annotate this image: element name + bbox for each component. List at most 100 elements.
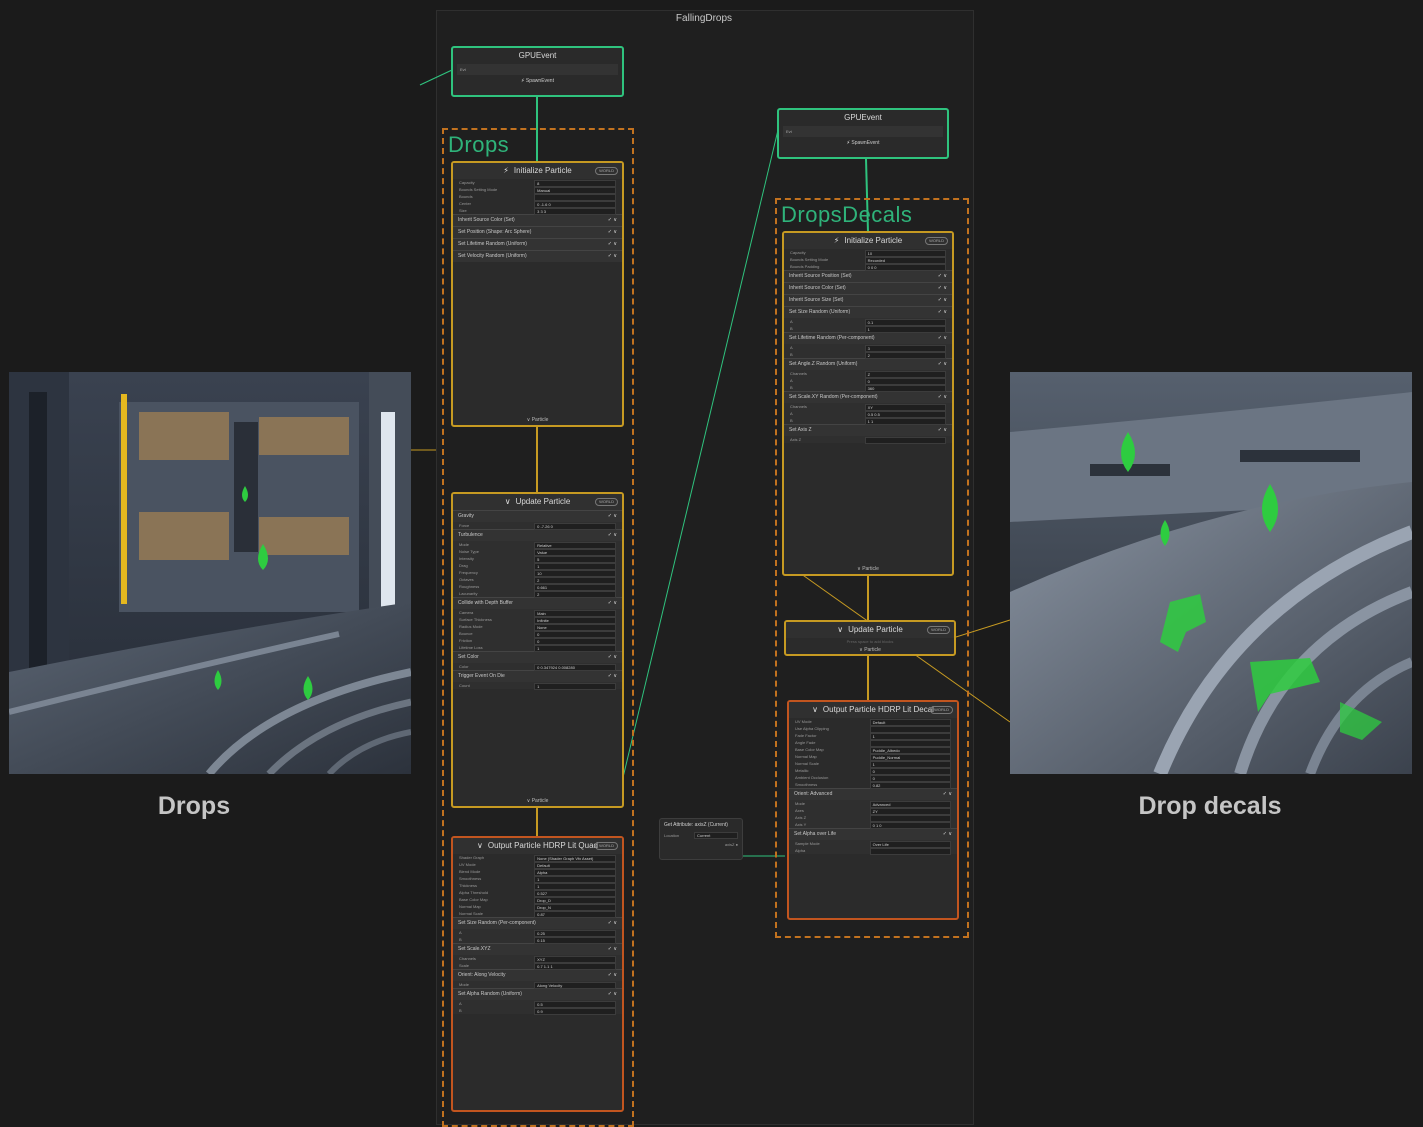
block[interactable]: Orient: Along Velocity ✓ ∨ Mode Along Veloc… bbox=[453, 969, 622, 989]
block-toggle-icon[interactable]: ✓ ∨ bbox=[608, 970, 617, 981]
setting-value-field[interactable] bbox=[864, 437, 946, 444]
block-toggle-icon[interactable]: ✓ ∨ bbox=[938, 359, 947, 370]
block-toggle-icon[interactable]: ✓ ∨ bbox=[608, 989, 617, 1000]
block-title[interactable]: Set Angle.Z Random (Uniform) ✓ ∨ bbox=[784, 359, 952, 370]
space-badge[interactable]: WORLD bbox=[930, 706, 953, 714]
block-title[interactable]: Set Velocity Random (Uniform) ✓ ∨ bbox=[453, 251, 622, 262]
context-header[interactable]: ⚡ Initialize Particle WORLD bbox=[453, 163, 622, 179]
block[interactable]: Set Scale.XYZ ✓ ∨ Channels XYZ Scale 0.7 1.1 … bbox=[453, 943, 622, 970]
output-port[interactable]: axisZ ● bbox=[660, 840, 742, 849]
location-dropdown[interactable]: Current bbox=[694, 832, 738, 839]
block-toggle-icon[interactable]: ✓ ∨ bbox=[938, 333, 947, 344]
space-badge[interactable]: WORLD bbox=[595, 498, 618, 506]
setting-value-field[interactable]: 2 bbox=[864, 352, 946, 359]
update-particle-context-drops[interactable]: ∨ Update Particle WORLD Gravity ✓ ∨ Force 0 -… bbox=[451, 492, 624, 808]
block[interactable]: Turbulence ✓ ∨ Mode Relative Noise Type Value… bbox=[453, 529, 622, 598]
block[interactable]: Collide with Depth Buffer ✓ ∨ Camera Main Su… bbox=[453, 597, 622, 652]
block-toggle-icon[interactable]: ✓ ∨ bbox=[938, 307, 947, 318]
block-toggle-icon[interactable]: ✓ ∨ bbox=[608, 671, 617, 682]
block-toggle-icon[interactable]: ✓ ∨ bbox=[608, 251, 617, 262]
block-title[interactable]: Orient: Along Velocity ✓ ∨ bbox=[453, 970, 622, 981]
initialize-particle-context-drops[interactable]: ⚡ Initialize Particle WORLD Capacity 8 Bound… bbox=[451, 161, 624, 427]
setting-value-field[interactable]: 0.15 bbox=[534, 937, 616, 944]
block[interactable]: Set Scale.XY Random (Per-component) ✓ ∨ Ch… bbox=[784, 391, 952, 425]
block-title[interactable]: Trigger Event On Die ✓ ∨ bbox=[453, 671, 622, 682]
setting-value-field[interactable]: 0 0 0 bbox=[864, 264, 946, 271]
block-toggle-icon[interactable]: ✓ ∨ bbox=[938, 425, 947, 436]
block-toggle-icon[interactable]: ✓ ∨ bbox=[608, 239, 617, 250]
block[interactable]: Gravity ✓ ∨ Force 0 -7.26 0 bbox=[453, 510, 622, 530]
space-badge[interactable]: WORLD bbox=[927, 626, 950, 634]
setting-value-field[interactable]: 1 bbox=[864, 326, 946, 333]
setting-value-field[interactable] bbox=[869, 848, 951, 855]
block-title[interactable]: Set Alpha over Life ✓ ∨ bbox=[789, 829, 957, 840]
block-title[interactable]: Inherit Source Size (Set) ✓ ∨ bbox=[784, 295, 952, 306]
context-header[interactable]: ∨ Output Particle HDRP Lit Quad WORLD bbox=[453, 838, 622, 854]
context-header[interactable]: ⚡ Initialize Particle WORLD bbox=[784, 233, 952, 249]
block[interactable]: Inherit Source Position (Set) ✓ ∨ bbox=[784, 270, 952, 282]
space-badge[interactable]: WORLD bbox=[595, 167, 618, 175]
gpu-event-port[interactable]: Evt bbox=[783, 126, 943, 137]
block-toggle-icon[interactable]: ✓ ∨ bbox=[938, 271, 947, 282]
block[interactable]: Set Alpha Random (Uniform) ✓ ∨ A 0.5 B 0.9 bbox=[453, 988, 622, 1015]
block-title[interactable]: Inherit Source Color (Set) ✓ ∨ bbox=[453, 215, 622, 226]
block-title[interactable]: Set Color ✓ ∨ bbox=[453, 652, 622, 663]
update-particle-context-decals[interactable]: ∨ Update Particle WORLD Press space to add… bbox=[784, 620, 956, 656]
block-toggle-icon[interactable]: ✓ ∨ bbox=[608, 215, 617, 226]
block-toggle-icon[interactable]: ✓ ∨ bbox=[608, 944, 617, 955]
block-toggle-icon[interactable]: ✓ ∨ bbox=[938, 283, 947, 294]
setting-value-field[interactable]: 0 -7.26 0 bbox=[534, 523, 616, 530]
setting-value-field[interactable]: 360 bbox=[864, 385, 946, 392]
block[interactable]: Set Velocity Random (Uniform) ✓ ∨ bbox=[453, 250, 622, 262]
context-header[interactable]: ∨ Output Particle HDRP Lit Decal WORLD bbox=[789, 702, 957, 718]
block-toggle-icon[interactable]: ✓ ∨ bbox=[608, 652, 617, 663]
block[interactable]: Set Axis Z ✓ ∨ Axis Z bbox=[784, 424, 952, 444]
block-title[interactable]: Set Lifetime Random (Uniform) ✓ ∨ bbox=[453, 239, 622, 250]
setting-value-field[interactable]: 0.82 bbox=[869, 782, 951, 789]
block-title[interactable]: Set Position (Shape: Arc Sphere) ✓ ∨ bbox=[453, 227, 622, 238]
output-lit-decal-context-decals[interactable]: ∨ Output Particle HDRP Lit Decal WORLD UV … bbox=[787, 700, 959, 920]
block[interactable]: Set Alpha over Life ✓ ∨ Sample Mode Over Li… bbox=[789, 828, 957, 855]
gpu-event-node-drops[interactable]: GPUEvent Evt ⚡ SpawnEvent bbox=[451, 46, 624, 97]
context-header[interactable]: ∨ Update Particle WORLD bbox=[786, 622, 954, 638]
setting-value-field[interactable]: 0.9 bbox=[534, 1008, 616, 1015]
setting-value-field[interactable]: 3 3 3 bbox=[534, 208, 616, 215]
setting-value-field[interactable]: 0 0.347924 0.008280 bbox=[534, 664, 616, 671]
block[interactable]: Set Lifetime Random (Uniform) ✓ ∨ bbox=[453, 238, 622, 250]
block-toggle-icon[interactable]: ✓ ∨ bbox=[938, 392, 947, 403]
block-title[interactable]: Inherit Source Position (Set) ✓ ∨ bbox=[784, 271, 952, 282]
block-title[interactable]: Collide with Depth Buffer ✓ ∨ bbox=[453, 598, 622, 609]
gpu-event-port[interactable]: Evt bbox=[457, 64, 618, 75]
block-title[interactable]: Set Lifetime Random (Per-component) ✓ ∨ bbox=[784, 333, 952, 344]
block-toggle-icon[interactable]: ✓ ∨ bbox=[608, 511, 617, 522]
output-lit-quad-context-drops[interactable]: ∨ Output Particle HDRP Lit Quad WORLD Shad… bbox=[451, 836, 624, 1112]
block-title[interactable]: Gravity ✓ ∨ bbox=[453, 511, 622, 522]
setting-value-field[interactable]: 2 bbox=[534, 591, 616, 598]
block-toggle-icon[interactable]: ✓ ∨ bbox=[608, 227, 617, 238]
block-toggle-icon[interactable]: ✓ ∨ bbox=[608, 598, 617, 609]
space-badge[interactable]: WORLD bbox=[925, 237, 948, 245]
block-title[interactable]: Orient: Advanced ✓ ∨ bbox=[789, 789, 957, 800]
block-toggle-icon[interactable]: ✓ ∨ bbox=[943, 829, 952, 840]
block[interactable]: Set Lifetime Random (Per-component) ✓ ∨ A 3… bbox=[784, 332, 952, 359]
space-badge[interactable]: WORLD bbox=[595, 842, 618, 850]
block-title[interactable]: Set Scale.XY Random (Per-component) ✓ ∨ bbox=[784, 392, 952, 403]
block-toggle-icon[interactable]: ✓ ∨ bbox=[938, 295, 947, 306]
block[interactable]: Set Size Random (Per-component) ✓ ∨ A 0.25 B… bbox=[453, 917, 622, 944]
setting-value-field[interactable]: 0.87 bbox=[534, 911, 616, 918]
context-header[interactable]: ∨ Update Particle WORLD bbox=[453, 494, 622, 510]
get-attribute-axisz-node[interactable]: Get Attribute: axisZ (Current) Location C… bbox=[659, 818, 743, 860]
block[interactable]: Inherit Source Color (Set) ✓ ∨ bbox=[784, 282, 952, 294]
setting-value-field[interactable]: 1 bbox=[534, 645, 616, 652]
block-title[interactable]: Inherit Source Color (Set) ✓ ∨ bbox=[784, 283, 952, 294]
block-title[interactable]: Turbulence ✓ ∨ bbox=[453, 530, 622, 541]
block-title[interactable]: Set Size Random (Per-component) ✓ ∨ bbox=[453, 918, 622, 929]
gpu-event-node-decals[interactable]: GPUEvent Evt ⚡ SpawnEvent bbox=[777, 108, 949, 159]
block-toggle-icon[interactable]: ✓ ∨ bbox=[608, 918, 617, 929]
block[interactable]: Inherit Source Size (Set) ✓ ∨ bbox=[784, 294, 952, 306]
block-title[interactable]: Set Scale.XYZ ✓ ∨ bbox=[453, 944, 622, 955]
setting-value-field[interactable]: 1 1 bbox=[864, 418, 946, 425]
block-toggle-icon[interactable]: ✓ ∨ bbox=[608, 530, 617, 541]
block-title[interactable]: Set Axis Z ✓ ∨ bbox=[784, 425, 952, 436]
initialize-particle-context-decals[interactable]: ⚡ Initialize Particle WORLD Capacity 10 Boun… bbox=[782, 231, 954, 576]
